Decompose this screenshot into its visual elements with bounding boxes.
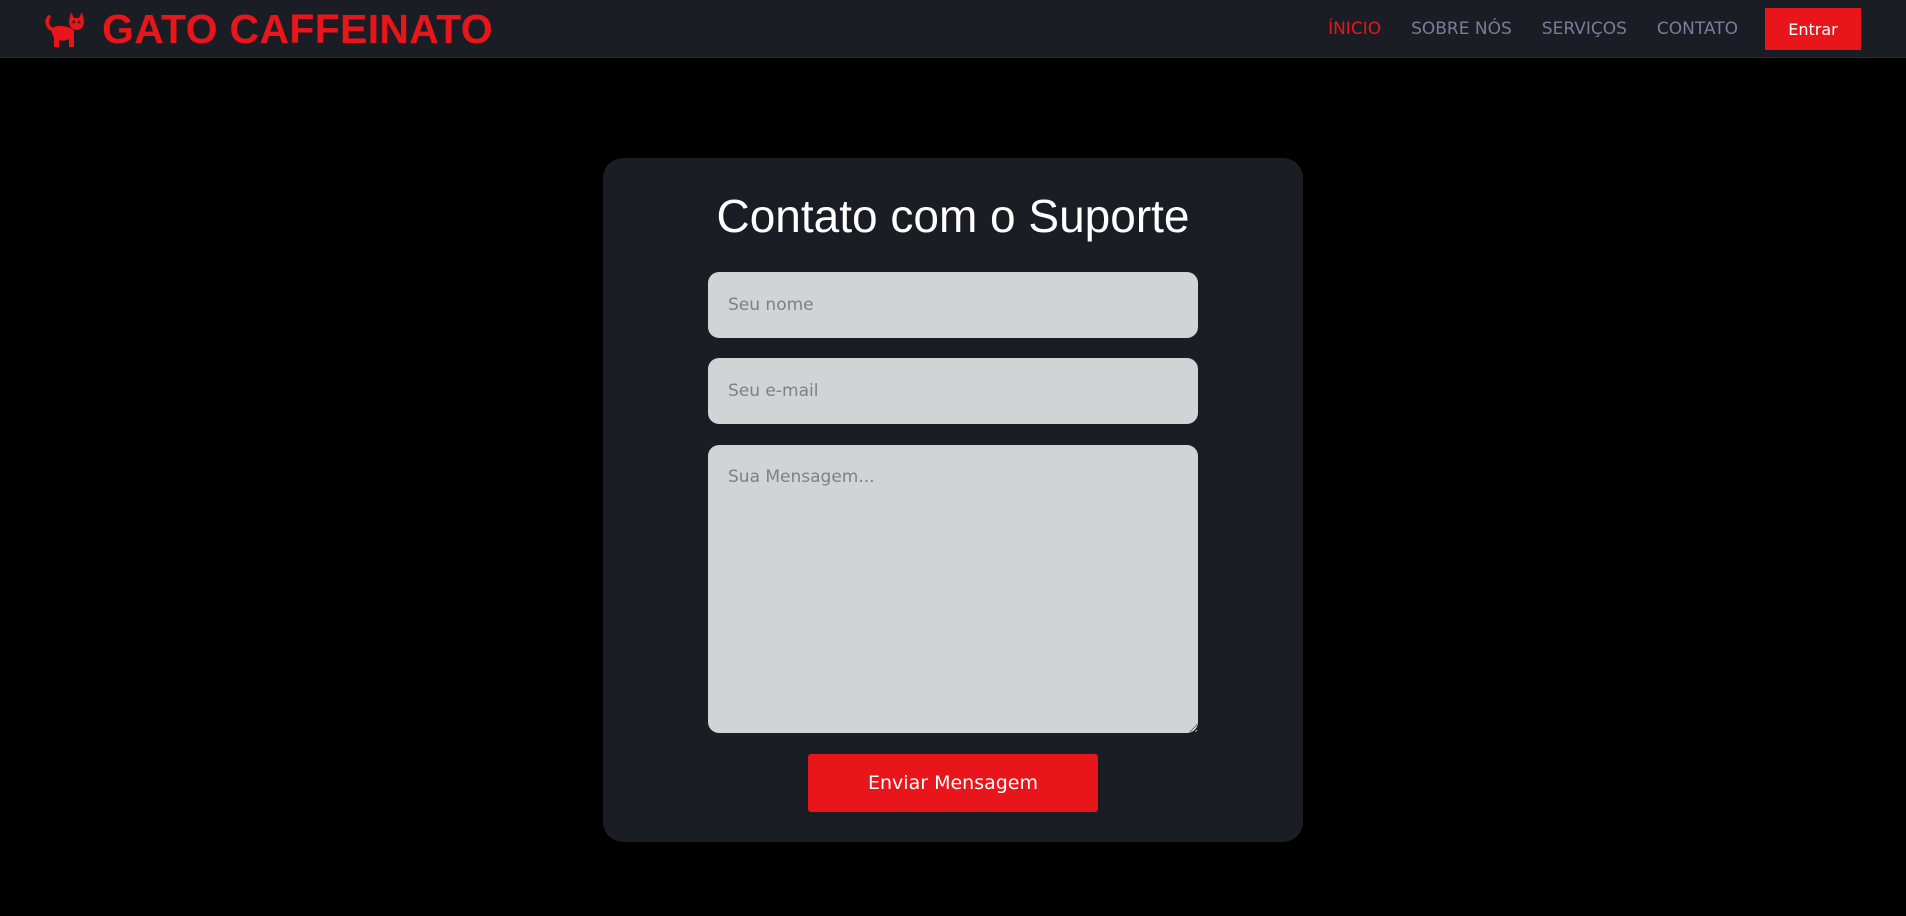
send-message-button[interactable]: Enviar Mensagem [808,754,1098,812]
contact-title: Contato com o Suporte [716,190,1190,242]
email-input[interactable] [708,358,1198,424]
brand-logo[interactable]: GATO CAFFEINATO [44,8,493,50]
brand-name: GATO CAFFEINATO [102,6,493,52]
nav-link-sobre-nos[interactable]: SOBRE NÓS [1411,19,1512,39]
contact-card: Contato com o Suporte Enviar Mensagem [603,158,1303,842]
nav-menu: ÍNICIO SOBRE NÓS SERVIÇOS CONTATO [1328,0,1738,58]
nav-link-contato[interactable]: CONTATO [1657,19,1738,39]
nav-link-servicos[interactable]: SERVIÇOS [1542,19,1627,39]
nav-link-inicio[interactable]: ÍNICIO [1328,19,1381,39]
name-input[interactable] [708,272,1198,338]
login-button[interactable]: Entrar [1765,8,1861,50]
message-textarea[interactable] [708,445,1198,733]
navbar: GATO CAFFEINATO ÍNICIO SOBRE NÓS SERVIÇO… [0,0,1906,58]
cat-icon [45,12,84,47]
